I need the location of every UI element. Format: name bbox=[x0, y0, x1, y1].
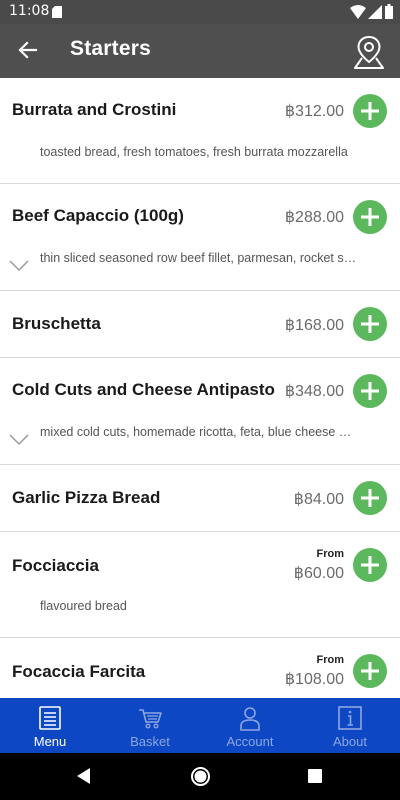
item-price: ฿312.00 bbox=[284, 103, 344, 120]
page-title: Starters bbox=[70, 37, 151, 60]
plus-icon bbox=[361, 102, 379, 120]
add-item-button[interactable] bbox=[353, 200, 387, 234]
list-item[interactable]: Focciaccia From ฿60.00 flavoured bread bbox=[0, 532, 400, 638]
tab-menu[interactable]: Menu bbox=[0, 698, 100, 753]
account-icon bbox=[240, 707, 260, 731]
list-item[interactable]: Focaccia Farcita From ฿108.00 bbox=[0, 638, 400, 698]
system-home-icon[interactable] bbox=[190, 766, 211, 787]
list-item[interactable]: Garlic Pizza Bread ฿84.00 bbox=[0, 465, 400, 532]
tab-label: Menu bbox=[33, 734, 67, 749]
tab-about[interactable]: About bbox=[300, 698, 400, 753]
plus-icon bbox=[361, 489, 379, 507]
list-item[interactable]: Bruschetta ฿168.00 bbox=[0, 291, 400, 358]
basket-icon bbox=[139, 709, 162, 729]
item-name: Beef Capaccio (100g) bbox=[12, 206, 184, 225]
item-description: flavoured bread bbox=[40, 599, 127, 613]
item-price-from: From bbox=[316, 548, 345, 560]
tab-basket[interactable]: Basket bbox=[100, 698, 200, 753]
add-item-button[interactable] bbox=[353, 654, 387, 688]
chevron-down-icon[interactable] bbox=[9, 434, 29, 446]
status-time: 11:08 bbox=[9, 3, 50, 19]
list-item[interactable]: Cold Cuts and Cheese Antipasto ฿348.00 m… bbox=[0, 358, 400, 465]
item-name: Focaccia Farcita bbox=[12, 662, 146, 681]
tab-account[interactable]: Account bbox=[200, 698, 300, 753]
add-item-button[interactable] bbox=[353, 307, 387, 341]
battery-icon bbox=[385, 4, 393, 19]
system-nav-bar bbox=[0, 753, 400, 800]
plus-icon bbox=[361, 382, 379, 400]
arrow-left-icon bbox=[18, 41, 38, 59]
chevron-down-icon[interactable] bbox=[9, 260, 29, 272]
item-price-from: From bbox=[316, 654, 345, 666]
system-recents-icon[interactable] bbox=[307, 768, 323, 784]
item-price: ฿168.00 bbox=[284, 317, 344, 334]
wifi-icon bbox=[350, 5, 366, 19]
bottom-nav: Menu Basket Account About bbox=[0, 698, 400, 753]
map-pin-icon bbox=[354, 35, 384, 69]
plus-icon bbox=[361, 662, 379, 680]
plus-icon bbox=[361, 208, 379, 226]
plus-icon bbox=[361, 556, 379, 574]
info-icon bbox=[338, 706, 362, 730]
menu-book-icon bbox=[39, 706, 61, 730]
item-name: Focciaccia bbox=[12, 556, 99, 575]
app-bar: Starters bbox=[0, 24, 400, 78]
tab-label: Basket bbox=[130, 734, 170, 749]
status-bar: 11:08 bbox=[0, 0, 400, 24]
item-name: Garlic Pizza Bread bbox=[12, 488, 161, 507]
list-item[interactable]: Burrata and Crostini ฿312.00 toasted bre… bbox=[0, 78, 400, 184]
sd-card-icon bbox=[52, 6, 62, 18]
item-price: ฿288.00 bbox=[284, 209, 344, 226]
item-name: Cold Cuts and Cheese Antipasto bbox=[12, 380, 275, 399]
item-price: ฿348.00 bbox=[284, 383, 344, 400]
item-description: mixed cold cuts, homemade ricotta, feta,… bbox=[40, 425, 352, 439]
location-button[interactable] bbox=[350, 32, 388, 72]
item-name: Burrata and Crostini bbox=[12, 100, 177, 119]
item-price: ฿84.00 bbox=[293, 491, 344, 508]
tab-label: About bbox=[333, 734, 367, 749]
item-price: ฿60.00 bbox=[293, 565, 344, 582]
tab-label: Account bbox=[226, 734, 274, 749]
item-price: ฿108.00 bbox=[284, 671, 344, 688]
menu-list: Burrata and Crostini ฿312.00 toasted bre… bbox=[0, 78, 400, 698]
list-item[interactable]: Beef Capaccio (100g) ฿288.00 thin sliced… bbox=[0, 184, 400, 291]
add-item-button[interactable] bbox=[353, 548, 387, 582]
plus-icon bbox=[361, 315, 379, 333]
item-description: toasted bread, fresh tomatoes, fresh bur… bbox=[40, 145, 348, 159]
signal-icon bbox=[368, 5, 382, 19]
back-button[interactable] bbox=[10, 32, 46, 68]
add-item-button[interactable] bbox=[353, 374, 387, 408]
item-name: Bruschetta bbox=[12, 314, 101, 333]
add-item-button[interactable] bbox=[353, 94, 387, 128]
item-description: thin sliced seasoned row beef fillet, pa… bbox=[40, 251, 357, 265]
add-item-button[interactable] bbox=[353, 481, 387, 515]
system-back-icon[interactable] bbox=[74, 766, 94, 786]
